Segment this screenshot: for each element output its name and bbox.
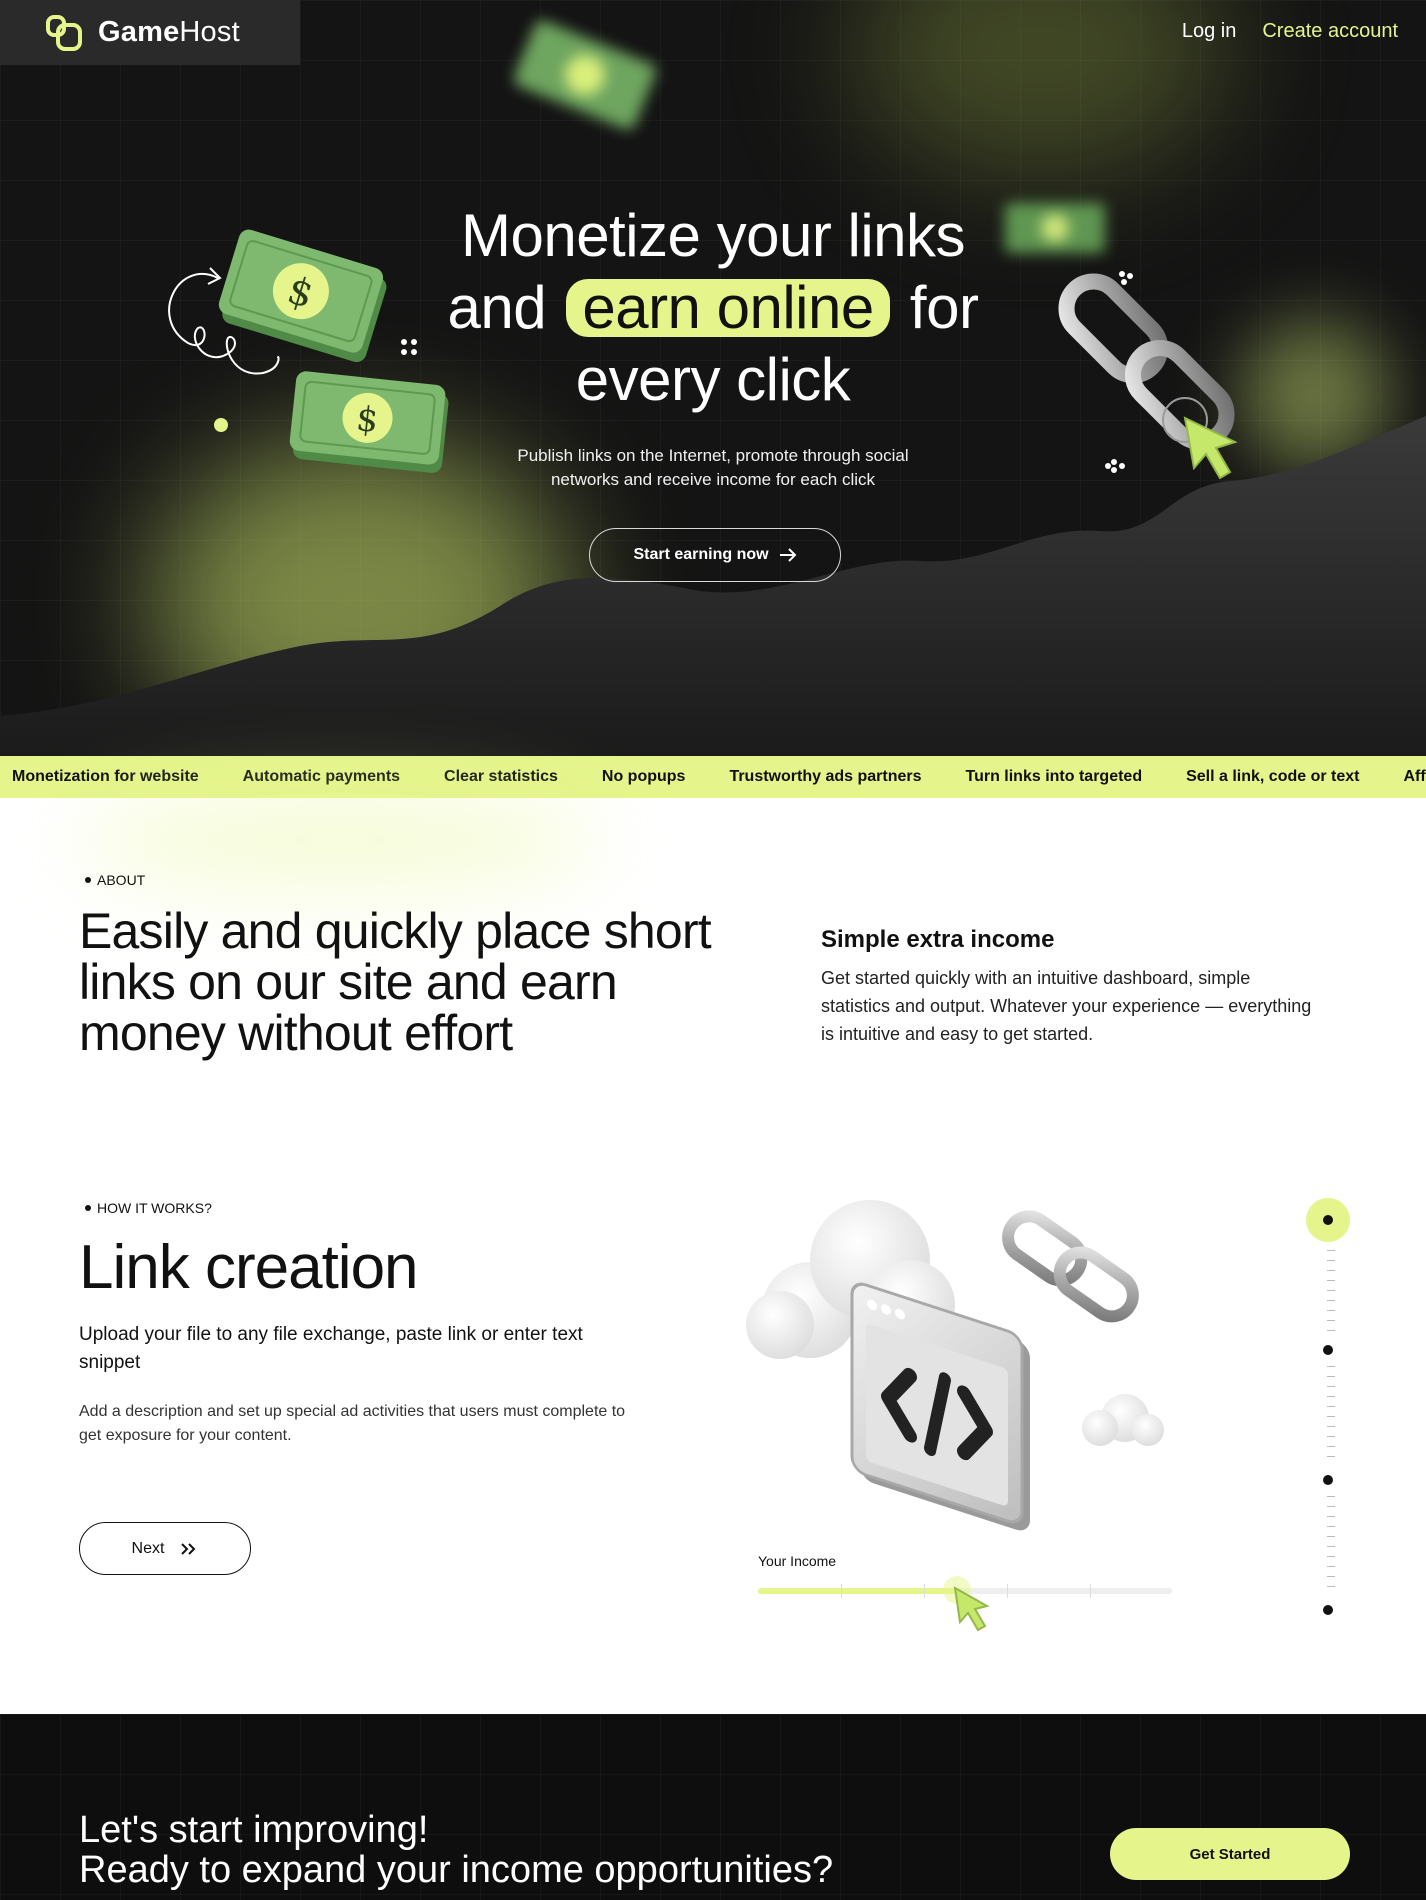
cta-title-line2: Ready to expand your income opportunitie… <box>79 1849 834 1891</box>
slider-tick <box>924 1584 925 1598</box>
cta-title-line1: Let's start improving! <box>79 1809 429 1851</box>
blurred-bill-decoration <box>514 20 656 130</box>
double-chevron-right-icon <box>181 1542 196 1555</box>
step-dash <box>1327 1416 1335 1417</box>
arrow-right-icon <box>779 548 796 562</box>
step-dash <box>1327 1386 1335 1387</box>
step-dash <box>1327 1436 1335 1437</box>
step-dash <box>1327 1446 1335 1447</box>
brand-logo[interactable]: GameHost <box>0 0 300 65</box>
login-link[interactable]: Log in <box>1182 20 1237 43</box>
step-dash <box>1327 1456 1335 1457</box>
hero-subtitle: Publish links on the Internet, promote t… <box>517 446 909 489</box>
step-dash <box>1327 1310 1335 1311</box>
step-3-dot[interactable] <box>1319 1471 1337 1489</box>
income-label: Your Income <box>758 1553 837 1569</box>
cta-title: Let's start improving! Ready to expand y… <box>79 1810 833 1890</box>
code-window-illustration <box>746 1200 1164 1531</box>
step-dash <box>1327 1526 1335 1527</box>
step-dash <box>1327 1270 1335 1271</box>
top-nav: Log in Create account <box>1182 20 1398 43</box>
slider-tick <box>1090 1584 1091 1598</box>
slider-tick <box>1007 1584 1008 1598</box>
hero-title-line3: every click <box>575 346 851 413</box>
step-1-dot[interactable] <box>1306 1198 1350 1242</box>
step-dash <box>1327 1566 1335 1567</box>
hero-section: GameHost Log in Create account $ $ Monet… <box>0 0 1426 756</box>
step-dash <box>1327 1516 1335 1517</box>
svg-text:$: $ <box>354 399 380 441</box>
income-slider-fill <box>758 1588 957 1594</box>
about-side-title: Simple extra income <box>821 926 1055 953</box>
step-dash <box>1327 1366 1335 1367</box>
step-dash <box>1327 1546 1335 1547</box>
how-eyebrow: HOW IT WORKS? <box>85 1200 212 1216</box>
next-button[interactable]: Next <box>79 1522 251 1575</box>
step-dash <box>1327 1496 1335 1497</box>
step-dash <box>1327 1556 1335 1557</box>
ticker-item: Automatic payments <box>242 768 401 785</box>
how-lead-text: Upload your file to any file exchange, p… <box>79 1324 583 1373</box>
features-ticker: Monetization for website Automatic payme… <box>0 756 1426 798</box>
step-dash <box>1327 1320 1335 1321</box>
about-eyebrow: ABOUT <box>85 872 145 888</box>
ticker-item: Monetization for website <box>12 768 199 785</box>
step-dash <box>1327 1330 1335 1331</box>
about-title: Easily and quickly place short links on … <box>79 903 712 1061</box>
hero-title-line2-post: for <box>909 274 979 341</box>
about-glow <box>80 790 600 890</box>
step-dash <box>1327 1406 1335 1407</box>
step-dash <box>1327 1396 1335 1397</box>
get-started-button[interactable]: Get Started <box>1110 1828 1350 1880</box>
steps-indicator <box>1306 1198 1350 1618</box>
ticker-item: Turn links into targeted <box>965 768 1143 785</box>
step-dash <box>1327 1250 1335 1251</box>
step-dash <box>1327 1506 1335 1507</box>
step-dash <box>1327 1260 1335 1261</box>
step-4-dot[interactable] <box>1319 1601 1337 1619</box>
hero-title-highlight: earn online <box>566 278 890 338</box>
step-dash <box>1327 1280 1335 1281</box>
step-dash <box>1327 1576 1335 1577</box>
ticker-item: Clear statistics <box>444 768 558 785</box>
slider-tick <box>841 1584 842 1598</box>
ticker-item: Sell a link, code or text <box>1186 768 1360 785</box>
hero-title: Monetize your links and earn online for … <box>413 200 1013 416</box>
how-title: Link creation <box>79 1233 419 1302</box>
ticker-item: Affiliate <box>1403 768 1426 785</box>
step-2-dot[interactable] <box>1319 1341 1337 1359</box>
step-dash <box>1327 1426 1335 1427</box>
step-dash <box>1327 1376 1335 1377</box>
step-dash <box>1327 1536 1335 1537</box>
cta-section: Let's start improving! Ready to expand y… <box>0 1714 1426 1900</box>
ticker-item: No popups <box>601 768 686 785</box>
hero-title-line2-pre: and <box>447 274 547 341</box>
about-side-text: Get started quickly with an intuitive da… <box>821 968 1312 1044</box>
logo-icon <box>46 14 82 51</box>
next-label: Next <box>131 1539 165 1557</box>
brand-name: GameHost <box>98 16 240 48</box>
start-earning-button[interactable]: Start earning now <box>589 528 841 582</box>
blurred-bill-decoration <box>1005 203 1105 253</box>
step-dash <box>1327 1290 1335 1291</box>
start-earning-label: Start earning now <box>633 546 769 563</box>
step-dash <box>1327 1300 1335 1301</box>
chain-link-illustration <box>1058 271 1238 480</box>
hero-title-line1: Monetize your links <box>460 202 966 269</box>
cursor-icon[interactable] <box>942 1570 1003 1640</box>
how-description: Add a description and set up special ad … <box>79 1403 626 1444</box>
ticker-item: Trustworthy ads partners <box>729 768 922 785</box>
create-account-link[interactable]: Create account <box>1262 20 1398 43</box>
step-dash <box>1327 1586 1335 1587</box>
